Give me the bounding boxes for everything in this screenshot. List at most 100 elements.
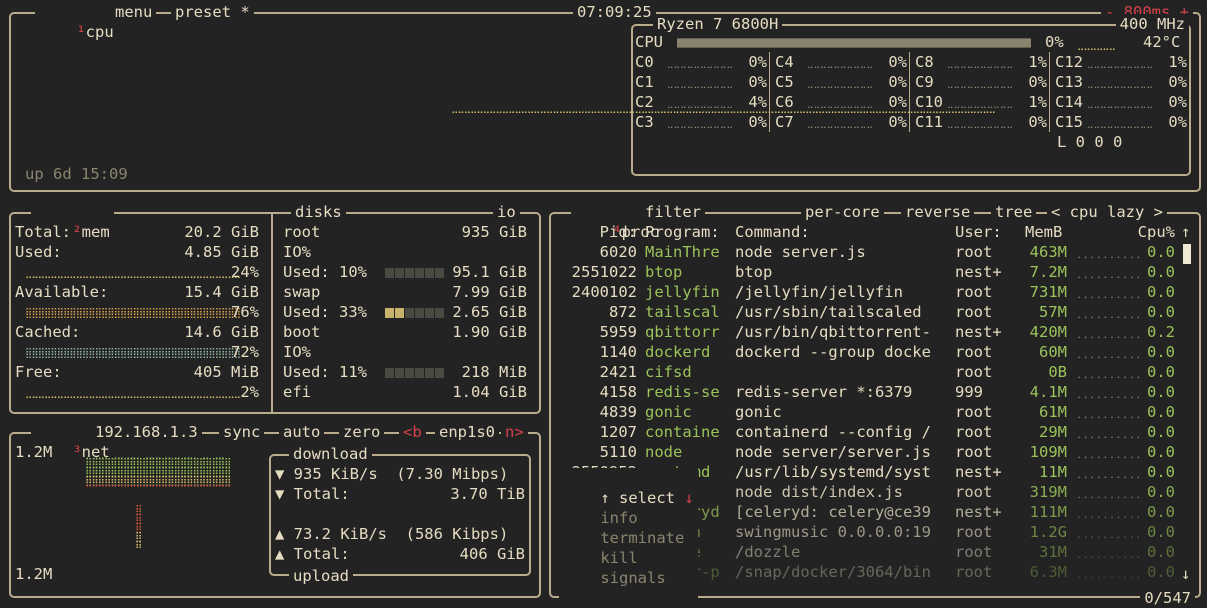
reverse-toggle[interactable]: reverse	[901, 202, 975, 222]
core-divider	[1049, 92, 1050, 112]
disk-usage-bar	[385, 262, 445, 282]
core-pct: 0%	[888, 113, 907, 131]
proc-mem: 420M	[1029, 323, 1067, 341]
disks-tab[interactable]: disks	[291, 202, 346, 222]
per-core-toggle[interactable]: per-core	[801, 202, 884, 222]
preset-button[interactable]: preset *	[171, 2, 254, 22]
table-row[interactable]: 5110 node node server/server.js root 109M 0.0…	[551, 442, 1199, 462]
mem-disk-divider	[271, 214, 273, 412]
proc-pid: 2551022	[571, 263, 637, 281]
disk-usage-bar	[385, 302, 445, 322]
next-interface-button[interactable]: n>	[501, 422, 528, 442]
zero-toggle[interactable]: zero	[339, 422, 385, 442]
table-row[interactable]: 4158 redis-se redis-server *:6379 999 4.1M 0.…	[551, 382, 1199, 402]
proc-program: btop	[645, 263, 683, 281]
cpu-freq: 400 MHz	[1115, 14, 1189, 34]
header-mem[interactable]: MemB	[1025, 222, 1062, 242]
tree-toggle[interactable]: tree	[991, 202, 1037, 222]
table-row[interactable]: 1140 dockerd dockerd --group docke root 60M 0…	[551, 342, 1199, 362]
header-cpu[interactable]: Cpu%	[1131, 222, 1175, 242]
header-pid[interactable]: Pid:	[551, 222, 637, 242]
core-label: C3	[635, 113, 654, 131]
select-button[interactable]: ↑ select ↓	[600, 489, 693, 507]
sync-toggle[interactable]: sync	[219, 422, 265, 442]
core-pct: 0%	[1028, 73, 1047, 91]
proc-user: nest+	[955, 503, 1002, 521]
filter-button[interactable]: filter	[641, 202, 705, 222]
core-pct: 0%	[1028, 113, 1047, 131]
menu-button[interactable]: menu	[111, 2, 157, 22]
proc-cpu-graph: ⡀⡀⡀⡀⡀⡀⡀⡀⡀⡀	[1077, 289, 1143, 299]
mem-label: Total:	[15, 223, 71, 241]
signals-button[interactable]: signals	[600, 569, 665, 587]
table-row[interactable]: 4839 gonic gonic root 61M 0.0 ⡀⡀⡀⡀⡀⡀⡀⡀⡀⡀	[551, 402, 1199, 422]
net-panel: ³net 192.168.1.3 sync auto zero <b enp1s…	[9, 422, 541, 598]
header-program[interactable]: Program:	[645, 222, 720, 242]
core-divider	[909, 112, 910, 132]
mem-label: Used:	[15, 243, 62, 261]
prev-interface-button[interactable]: <b	[399, 422, 426, 442]
proc-mem: 1.2G	[1029, 523, 1067, 541]
core-divider	[1049, 52, 1050, 72]
sort-selector[interactable]: < cpu lazy >	[1047, 202, 1167, 222]
header-user[interactable]: User:	[955, 222, 1002, 242]
download-total: 3.70 TiB	[450, 485, 525, 503]
core-label: C11	[915, 113, 943, 131]
upload-total: 406 GiB	[459, 545, 525, 563]
mem-value: 14.6 GiB	[184, 323, 259, 341]
table-row[interactable]: 2421 cifsd root 0B 0.0 ⡀⡀⡀⡀⡀⡀⡀⡀⡀⡀	[551, 362, 1199, 382]
kill-button[interactable]: kill	[600, 549, 637, 567]
proc-cpu-graph: ⡀⡀⡀⡀⡀⡀⡀⡀⡀⡀	[1077, 549, 1143, 559]
core-label: C4	[775, 53, 794, 71]
proc-pid: 1140	[599, 343, 637, 361]
header-command[interactable]: Command:	[735, 222, 810, 242]
proc-user: root	[955, 523, 993, 541]
proc-cpu-graph: ⡀⡀⡀⡀⡀⡀⡀⡀⡀⡀	[1077, 249, 1143, 259]
table-row[interactable]: 872 tailscal/usr/sbin/tailscaled root 57M 0.…	[551, 302, 1199, 322]
core-divider	[1049, 112, 1050, 132]
proc-mem: 0B	[1048, 363, 1067, 381]
proc-mem: 61M	[1039, 403, 1067, 421]
table-row[interactable]: 2400102 jellyfin/jellyfin/jellyfin root 731…	[551, 282, 1199, 302]
proc-pid: 5959	[599, 323, 637, 341]
core-label: C6	[775, 93, 794, 111]
disk-usage-bar	[385, 362, 445, 382]
proc-pid: 872	[609, 303, 637, 321]
core-divider	[909, 72, 910, 92]
proc-command: gonic	[735, 403, 782, 421]
net-ip: 192.168.1.3	[91, 422, 202, 442]
info-button[interactable]: info	[600, 509, 637, 527]
proc-pid: 4839	[599, 403, 637, 421]
cpu-total-bar: ■■■■■■■■■■■■■■■■■■■■■■■■■■■■■■■■■■■■■■■■…	[677, 33, 1031, 51]
proc-user: 999	[955, 383, 983, 401]
table-row[interactable]: 6020 MainThre node server.js root 463M 0.0 ⡀⡀⡀…	[551, 242, 1199, 262]
core-divider	[769, 112, 770, 132]
cpu-core-panel: Ryzen 7 6800H 400 MHz CPU ■■■■■■■■■■■■■■…	[631, 14, 1191, 176]
scroll-down-icon[interactable]: ↓	[1181, 564, 1190, 584]
proc-program: tailscal	[645, 303, 720, 321]
terminate-button[interactable]: terminate	[600, 529, 684, 547]
download-rate: ▼ 935 KiB/s (7.30 Mibps)	[275, 465, 509, 483]
disk-size: 1.04 GiB	[452, 383, 527, 401]
core-pct: 1%	[1028, 93, 1047, 111]
proc-user: root	[955, 363, 993, 381]
table-row[interactable]: 1207 containe containerd --config / root 29M…	[551, 422, 1199, 442]
table-row[interactable]: 2551022 btop btop nest+ 7.2M 0.0 ⡀⡀⡀⡀⡀⡀⡀⡀⡀⡀	[551, 262, 1199, 282]
disk-size: 7.99 GiB	[452, 283, 527, 301]
cpu-load: L 0 0 0	[1057, 133, 1123, 151]
table-row[interactable]: 5959 qbittorr/usr/bin/qbittorrent-nest+ 42…	[551, 322, 1199, 342]
scroll-up-icon[interactable]: ↑	[1181, 222, 1190, 242]
io-toggle[interactable]: io	[493, 202, 520, 222]
cpu-tab[interactable]: ¹cpu	[35, 2, 118, 62]
proc-cpu-graph: ⡀⡀⡀⡀⡀⡀⡀⡀⡀⡀	[1077, 489, 1143, 499]
proc-command: /usr/sbin/tailscaled	[735, 303, 922, 321]
core-pct: 0%	[748, 73, 767, 91]
core-divider	[909, 92, 910, 112]
disk-used: Used: 33%	[283, 303, 367, 321]
auto-toggle[interactable]: auto	[279, 422, 325, 442]
proc-cpu-graph: ⡀⡀⡀⡀⡀⡀⡀⡀⡀⡀	[1077, 329, 1143, 339]
proc-program: containe	[645, 423, 720, 441]
proc-cpu-graph: ⡀⡀⡀⡀⡀⡀⡀⡀⡀⡀	[1077, 469, 1143, 479]
disk-io-label: IO%	[283, 343, 311, 361]
proc-command: /snap/docker/3064/bin	[735, 563, 931, 581]
